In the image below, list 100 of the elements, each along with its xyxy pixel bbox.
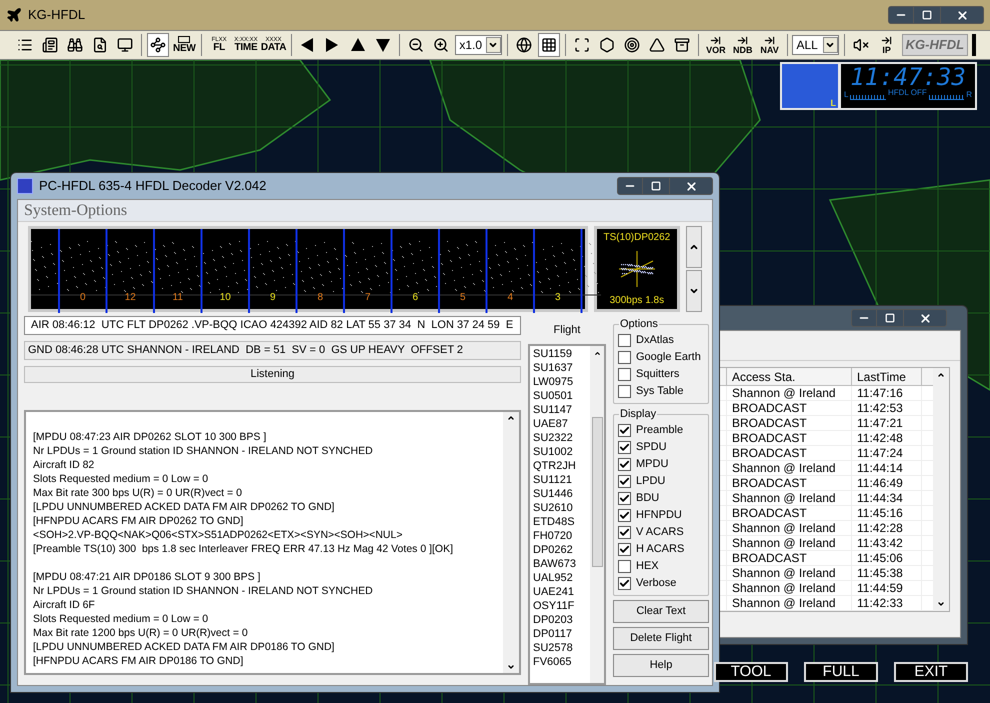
flight-item[interactable]: DP0117 xyxy=(533,626,590,640)
checkbox[interactable] xyxy=(618,526,631,539)
log-line: [HFNPDU ACARS FM AIR DP0262 TO GND] xyxy=(33,514,244,528)
scrollbar[interactable] xyxy=(933,368,949,611)
globe-icon xyxy=(516,37,532,53)
flight-item[interactable]: BAW673 xyxy=(533,556,590,570)
flight-item[interactable]: DP0262 xyxy=(533,542,590,556)
list-icon xyxy=(17,37,34,53)
checkbox[interactable] xyxy=(618,334,631,347)
checkbox[interactable] xyxy=(618,458,631,471)
action-button[interactable]: Help xyxy=(613,654,709,677)
close-button[interactable] xyxy=(940,6,984,24)
target-icon xyxy=(624,37,640,53)
box-icon xyxy=(674,37,690,53)
maximize-button[interactable] xyxy=(877,309,903,327)
scrollbar[interactable] xyxy=(590,346,604,683)
toolbar-button[interactable] xyxy=(538,33,560,57)
up-icon xyxy=(594,350,600,356)
checkbox[interactable] xyxy=(618,351,631,364)
toolbar-button[interactable]: NDB xyxy=(730,33,755,57)
checkbox[interactable] xyxy=(618,441,631,454)
flight-item[interactable]: SU2322 xyxy=(533,430,590,444)
table-cell: BROADCAST xyxy=(727,401,852,415)
checkbox[interactable] xyxy=(618,509,631,522)
toolbar-button[interactable]: VOR xyxy=(704,33,728,57)
minimize-button[interactable] xyxy=(851,309,877,327)
checkbox[interactable] xyxy=(618,475,631,488)
flight-item[interactable]: SU0501 xyxy=(533,388,590,402)
action-button[interactable]: Delete Flight xyxy=(613,627,709,650)
log-line: Aircraft ID 6F xyxy=(33,598,96,612)
flight-item[interactable]: UAE87 xyxy=(533,416,590,430)
flight-item[interactable]: SU1159 xyxy=(533,346,590,360)
table-cell: Shannon @ Ireland xyxy=(727,386,852,400)
grid-icon xyxy=(540,37,557,53)
flight-item[interactable]: SU1121 xyxy=(533,472,590,486)
flight-item[interactable]: SU2610 xyxy=(533,500,590,514)
scroll-down-button[interactable] xyxy=(686,270,702,312)
maximize-button[interactable] xyxy=(914,6,940,24)
column-header[interactable]: Access Sta. xyxy=(727,368,852,385)
action-button[interactable]: Clear Text xyxy=(613,600,709,623)
close-icon xyxy=(956,8,968,22)
scroll-up-button[interactable] xyxy=(686,226,702,268)
dropdown[interactable]: x1.0 xyxy=(455,35,502,55)
minimize-button[interactable] xyxy=(888,6,914,24)
table-cell: Shannon @ Ireland xyxy=(727,566,852,580)
toolbar-button[interactable]: NAV xyxy=(758,33,782,57)
flight-item[interactable]: DP0203 xyxy=(533,612,590,626)
binoculars-icon xyxy=(67,37,84,53)
flight-item[interactable]: SU2578 xyxy=(533,640,590,654)
toolbar-button[interactable]: NEW xyxy=(172,33,196,57)
column-header[interactable]: LastTime xyxy=(852,368,922,385)
arrow-icon xyxy=(881,35,892,46)
dropdown[interactable]: ALL xyxy=(792,35,839,55)
hfdl-status: HFDL OFF xyxy=(888,88,927,98)
log-line: [LPDU UNNUMBERED ACKED DATA FM AIR DP0262 TO GND] xyxy=(33,500,336,514)
log-line: Max Bit rate 1200 bps U(R) = 0 UR(R)vect = 0 xyxy=(33,626,249,640)
scrollbar[interactable] xyxy=(503,412,519,673)
checkbox[interactable] xyxy=(618,577,631,590)
toolbar-button[interactable] xyxy=(147,33,170,57)
table-cell: Shannon @ Ireland xyxy=(727,461,852,475)
checkbox-label: SPDU xyxy=(636,440,667,456)
flight-item[interactable]: QTR2JH xyxy=(533,458,590,472)
log-line: Aircraft ID 82 xyxy=(33,458,96,472)
maximize-icon xyxy=(651,181,661,191)
flight-item[interactable]: FH0720 xyxy=(533,528,590,542)
flight-item[interactable]: ETD48S xyxy=(533,514,590,528)
slot-label: 7 xyxy=(364,291,372,305)
table-cell: Shannon @ Ireland xyxy=(727,521,852,535)
group-title: Display xyxy=(619,408,658,421)
log-line: Nr LPDUs = 1 Ground station ID SHANNON - IRELAND NOT SYNCHED xyxy=(33,584,374,598)
checkbox-label: H ACARS xyxy=(636,542,684,558)
minimize-button[interactable] xyxy=(617,177,643,195)
flight-item[interactable]: FV6065 xyxy=(533,654,590,668)
checkbox-label: Verbose xyxy=(636,576,676,592)
flight-item[interactable]: SU1002 xyxy=(533,444,590,458)
flight-item[interactable]: UAL952 xyxy=(533,570,590,584)
flight-item[interactable]: OSY11F xyxy=(533,598,590,612)
checkbox[interactable] xyxy=(618,368,631,381)
flight-item[interactable]: LW0975 xyxy=(533,374,590,388)
map-button[interactable]: EXIT xyxy=(894,662,968,682)
close-button[interactable] xyxy=(669,177,713,195)
table-cell: BROADCAST xyxy=(727,416,852,430)
flight-item[interactable]: SU1446 xyxy=(533,486,590,500)
flight-item[interactable]: UAE241 xyxy=(533,584,590,598)
checkbox[interactable] xyxy=(618,385,631,398)
toolbar-button[interactable]: IP xyxy=(874,33,899,57)
checkbox[interactable] xyxy=(618,560,631,573)
checkbox[interactable] xyxy=(618,543,631,556)
flight-item[interactable]: SU1637 xyxy=(533,360,590,374)
close-button[interactable] xyxy=(903,309,947,327)
check-icon xyxy=(619,578,630,589)
table-cell: 11:42:48 xyxy=(852,431,922,445)
map-button[interactable]: FULL xyxy=(804,662,878,682)
checkbox[interactable] xyxy=(618,424,631,437)
flight-item[interactable]: SU1147 xyxy=(533,402,590,416)
maximize-button[interactable] xyxy=(643,177,669,195)
table-cell: 11:42:53 xyxy=(852,401,922,415)
table-cell: BROADCAST xyxy=(727,431,852,445)
map-button[interactable]: TOOL xyxy=(714,662,788,682)
checkbox[interactable] xyxy=(618,492,631,505)
